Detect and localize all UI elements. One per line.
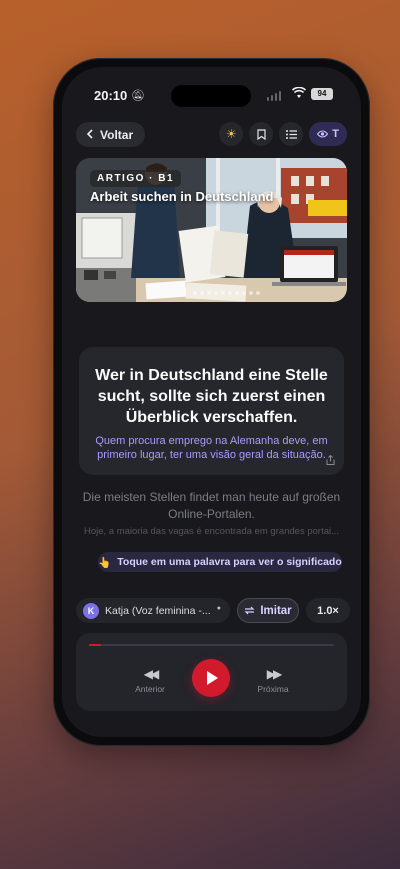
sun-icon: ☀ (225, 127, 237, 141)
article-level-badge: ARTIGO · B1 (90, 170, 182, 187)
playback-options-row: K Katja (Voz feminina -... ● Imitar 1.0× (76, 598, 361, 623)
voice-selector[interactable]: K Katja (Voz feminina -... ● (76, 598, 230, 623)
playback-progress-bar[interactable] (89, 644, 334, 646)
bell-muted-icon: 🔕︎ (131, 90, 145, 102)
next-button[interactable]: ▶▶ Próxima (243, 667, 303, 694)
previous-button[interactable]: ◀◀ Anterior (120, 667, 180, 694)
article-hero-image: ARTIGO · B1 Arbeit suchen in Deutschland (76, 158, 347, 302)
pointing-hand-icon: 👆 (98, 556, 112, 569)
phone-frame: 20:10 🔕︎ 94 Voltar ☀ T ARTIGO · B1 Arbei… (53, 58, 370, 746)
word-tap-hint: 👆 Toque em uma palavra para ver o signif… (98, 552, 342, 572)
sentence-german[interactable]: Wer in Deutschland eine Stelle sucht, so… (91, 365, 332, 428)
next-sentence-german[interactable]: Die meisten Stellen findet man heute auf… (82, 489, 341, 523)
back-label: Voltar (100, 127, 134, 142)
share-icon[interactable] (326, 454, 335, 467)
dropdown-dot-icon: ● (216, 605, 221, 612)
article-title: Arbeit suchen in Deutschland (90, 189, 274, 204)
translation-toggle-label: T (332, 128, 339, 140)
back-button[interactable]: Voltar (76, 122, 146, 147)
imitate-label: Imitar (260, 604, 292, 617)
image-pagination-dots (193, 291, 260, 295)
playback-progress-fill (89, 644, 102, 646)
wifi-icon (291, 86, 307, 102)
toolbar-actions: ☀ T (219, 122, 347, 146)
dynamic-island (171, 85, 251, 107)
status-time: 20:10 (94, 88, 128, 103)
previous-label: Anterior (135, 684, 165, 694)
bookmark-icon (257, 128, 266, 140)
voice-avatar: K (83, 602, 99, 619)
bookmark-button[interactable] (249, 122, 274, 146)
translation-toggle-button[interactable]: T (309, 122, 347, 146)
next-label: Próxima (257, 684, 289, 694)
hint-text: Toque em uma palavra para ver o signific… (117, 556, 342, 568)
play-button[interactable] (192, 659, 230, 697)
play-icon (207, 671, 218, 685)
top-toolbar: Voltar ☀ T (76, 122, 347, 148)
app-screen: 20:10 🔕︎ 94 Voltar ☀ T ARTIGO · B1 Arbei… (62, 67, 361, 737)
eye-icon (317, 130, 329, 138)
audio-player: ◀◀ Anterior ▶▶ Próxima (76, 633, 347, 711)
next-sentence-translation: Hoje, a maioria das vagas é encontrada e… (83, 526, 340, 537)
playback-speed-button[interactable]: 1.0× (306, 598, 350, 623)
repeat-icon (244, 606, 255, 615)
chevron-left-icon (86, 128, 94, 142)
fast-forward-icon: ▶▶ (266, 667, 282, 681)
signal-icon (267, 90, 281, 101)
rewind-icon: ◀◀ (143, 667, 159, 681)
sentence-translation: Quem procura emprego na Alemanha deve, e… (95, 435, 328, 461)
status-bar: 20:10 🔕︎ 94 (62, 85, 361, 107)
battery-icon: 94 (311, 88, 333, 100)
theme-toggle-button[interactable]: ☀ (219, 122, 244, 146)
sentence-list-button[interactable] (279, 122, 304, 146)
current-sentence-card[interactable]: Wer in Deutschland eine Stelle sucht, so… (79, 347, 344, 475)
list-icon (285, 129, 297, 139)
voice-label: Katja (Voz feminina -... (105, 604, 211, 617)
imitate-button[interactable]: Imitar (237, 598, 299, 623)
